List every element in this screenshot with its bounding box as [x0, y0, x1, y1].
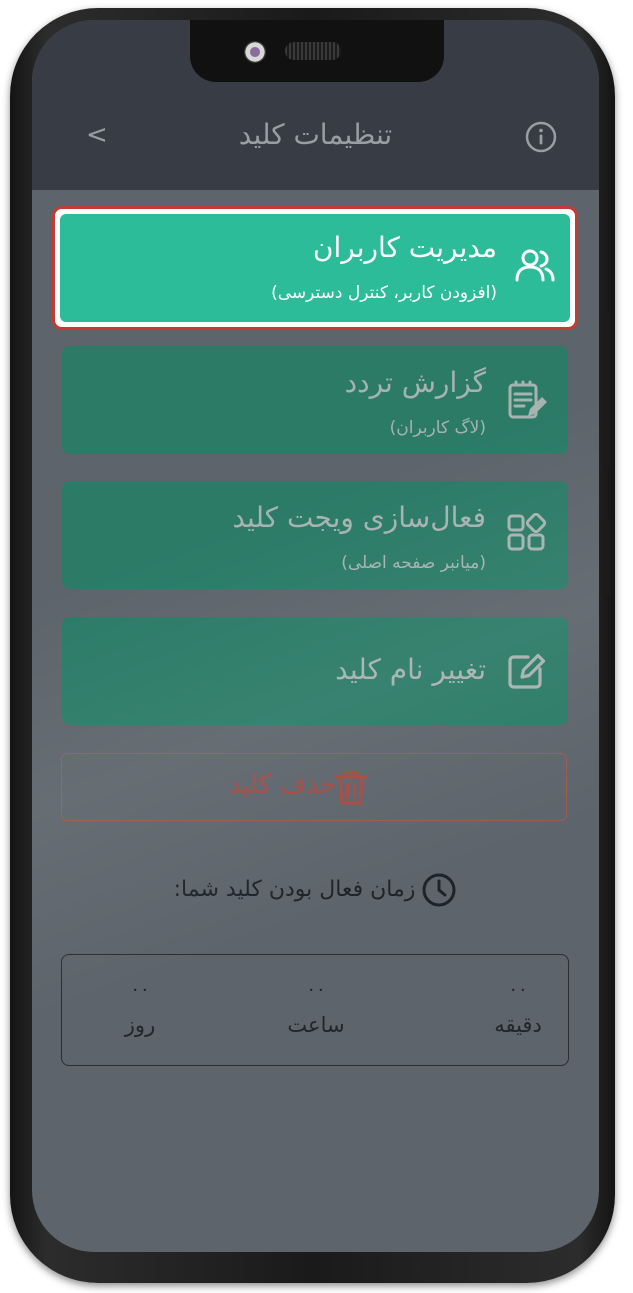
phone-screen: < تنظیمات کلید مدیریت کاربران (افزودن کا…: [32, 20, 599, 1252]
active-time-heading: زمان فعال بودن کلید شما:: [32, 872, 599, 908]
clipboard-edit-icon: [508, 380, 547, 419]
timer-days-value: ۰۰: [130, 979, 150, 1000]
active-time-label: زمان فعال بودن کلید شما:: [173, 877, 416, 902]
trash-icon: [334, 771, 368, 805]
menu-item-user-management[interactable]: مدیریت کاربران (افزودن کاربر، کنترل دستر…: [52, 206, 578, 330]
volume-button: [602, 312, 610, 467]
menu-item-widget-activation[interactable]: فعال‌سازی ویجت کلید (میانبر صفحه اصلی): [62, 481, 568, 589]
active-time-counter: ۰۰ دقیقه ۰۰ ساعت ۰۰ روز: [61, 954, 569, 1066]
menu-item-subtitle: (میانبر صفحه اصلی): [341, 553, 486, 573]
page-title: تنظیمات کلید: [238, 118, 393, 151]
timer-hours-value: ۰۰: [306, 979, 326, 1000]
speaker-icon: [285, 42, 341, 60]
menu-item-rename-key[interactable]: تغییر نام کلید: [62, 617, 568, 725]
menu-item-title: تغییر نام کلید: [335, 653, 486, 686]
menu-item-title: فعال‌سازی ویجت کلید: [232, 501, 486, 534]
menu-item-subtitle: (لاگ کاربران): [389, 418, 486, 438]
menu-item-title: گزارش تردد: [344, 366, 486, 399]
menu-item-access-log[interactable]: گزارش تردد (لاگ کاربران): [62, 346, 568, 454]
timer-minutes-label: دقیقه: [494, 1013, 542, 1037]
users-icon: [515, 249, 555, 282]
timer-days-label: روز: [124, 1013, 156, 1037]
power-button: [602, 518, 610, 596]
info-icon[interactable]: [525, 121, 557, 153]
widgets-icon: [507, 513, 547, 551]
menu-item-title: مدیریت کاربران: [312, 231, 497, 264]
clock-icon: [422, 873, 456, 907]
camera-icon: [244, 41, 266, 63]
timer-minutes-value: ۰۰: [508, 979, 528, 1000]
timer-hours-label: ساعت: [287, 1013, 345, 1037]
delete-key-button[interactable]: حذف کلید: [61, 753, 567, 821]
phone-notch: [190, 20, 444, 82]
menu-item-subtitle: (افزودن کاربر، کنترل دسترسی): [271, 283, 497, 303]
edit-icon: [508, 653, 546, 689]
delete-key-label: حذف کلید: [228, 770, 336, 800]
